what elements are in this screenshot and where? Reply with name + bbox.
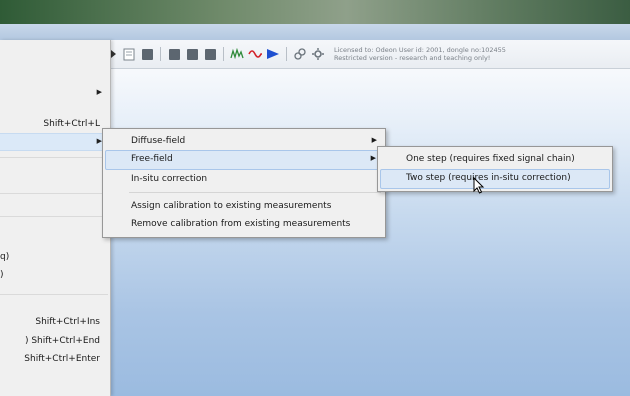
desktop-wallpaper bbox=[0, 0, 630, 24]
free-field-submenu: One step (requires fixed signal chain) T… bbox=[377, 146, 613, 192]
calibration-menu: Diffuse-field ▶ Free-field ▶ In-situ cor… bbox=[102, 128, 386, 238]
shortcut-label: Shift+Ctrl+L bbox=[43, 119, 100, 129]
menu-item-remove-calibration[interactable]: Remove calibration from existing measure… bbox=[105, 215, 383, 233]
menu-separator bbox=[0, 216, 108, 217]
menu-item-free-field[interactable]: Free-field ▶ bbox=[105, 150, 383, 170]
parent-menu-item-ins[interactable]: Shift+Ctrl+Ins bbox=[0, 314, 108, 332]
stop-icon[interactable] bbox=[203, 47, 217, 61]
menu-item-in-situ-correction[interactable]: In-situ correction bbox=[105, 170, 383, 188]
toolbar-separator bbox=[223, 47, 224, 61]
menu-item-assign-calibration[interactable]: Assign calibration to existing measureme… bbox=[105, 197, 383, 215]
menu-item-label: In-situ correction bbox=[131, 174, 208, 184]
menu-label-fragment: q) bbox=[0, 252, 10, 262]
parent-menu-item-paren[interactable]: ) bbox=[0, 267, 108, 285]
parent-menu-item-enter[interactable]: Shift+Ctrl+Enter bbox=[0, 351, 108, 369]
play-icon[interactable] bbox=[266, 47, 280, 61]
parent-menu: ▶ Shift+Ctrl+L ▶ q) ) Shift+Ctrl+Ins ) S… bbox=[0, 40, 111, 396]
submenu-arrow-icon: ▶ bbox=[96, 88, 102, 96]
submenu-arrow-icon: ▶ bbox=[371, 136, 377, 144]
license-line1: Licensed to: Odeon User id: 2001, dongle… bbox=[334, 46, 506, 54]
menu-item-label: Two step (requires in-situ correction) bbox=[406, 173, 571, 183]
toolbar-separator bbox=[286, 47, 287, 61]
stop-icon[interactable] bbox=[167, 47, 181, 61]
menu-item-label: Free-field bbox=[131, 154, 173, 164]
parent-menu-item-end[interactable]: ) Shift+Ctrl+End bbox=[0, 333, 108, 351]
window-titlebar bbox=[0, 24, 630, 40]
page-icon[interactable] bbox=[122, 47, 136, 61]
shortcut-label: ) Shift+Ctrl+End bbox=[24, 336, 100, 346]
toolbar-separator bbox=[160, 47, 161, 61]
expand-arrow-icon[interactable] bbox=[110, 47, 118, 61]
spectrum-icon[interactable] bbox=[230, 47, 244, 61]
parent-menu-item-shift-ctrl-l[interactable]: Shift+Ctrl+L bbox=[0, 116, 108, 134]
parent-menu-item[interactable]: ▶ bbox=[0, 84, 108, 102]
submenu-arrow-icon: ▶ bbox=[370, 154, 376, 162]
waveform-icon[interactable] bbox=[248, 47, 262, 61]
link-icon[interactable] bbox=[293, 47, 307, 61]
shortcut-label: Shift+Ctrl+Enter bbox=[24, 354, 100, 364]
menu-separator bbox=[129, 192, 381, 193]
menu-item-diffuse-field[interactable]: Diffuse-field ▶ bbox=[105, 132, 383, 150]
license-info: Licensed to: Odeon User id: 2001, dongle… bbox=[334, 46, 506, 62]
license-line2: Restricted version - research and teachi… bbox=[334, 54, 491, 62]
menu-item-one-step[interactable]: One step (requires fixed signal chain) bbox=[380, 150, 610, 168]
shortcut-label: Shift+Ctrl+Ins bbox=[35, 317, 100, 327]
menu-label-fragment: ) bbox=[0, 270, 4, 280]
parent-menu-item-calibration[interactable]: ▶ bbox=[0, 133, 108, 151]
toolbar-icons bbox=[110, 46, 325, 62]
gear-icon[interactable] bbox=[311, 47, 325, 61]
stop-icon[interactable] bbox=[185, 47, 199, 61]
menu-item-two-step[interactable]: Two step (requires in-situ correction) bbox=[380, 169, 610, 189]
menu-item-label: Diffuse-field bbox=[131, 136, 186, 146]
stop-icon[interactable] bbox=[140, 47, 154, 61]
mouse-cursor-icon bbox=[473, 177, 485, 194]
parent-menu-item-q[interactable]: q) bbox=[0, 249, 108, 267]
menu-separator bbox=[0, 294, 108, 295]
menu-item-label: Remove calibration from existing measure… bbox=[131, 219, 351, 229]
menu-item-label: One step (requires fixed signal chain) bbox=[406, 154, 575, 164]
menu-item-label: Assign calibration to existing measureme… bbox=[131, 201, 332, 211]
menu-separator bbox=[0, 157, 108, 158]
menu-separator bbox=[0, 193, 108, 194]
